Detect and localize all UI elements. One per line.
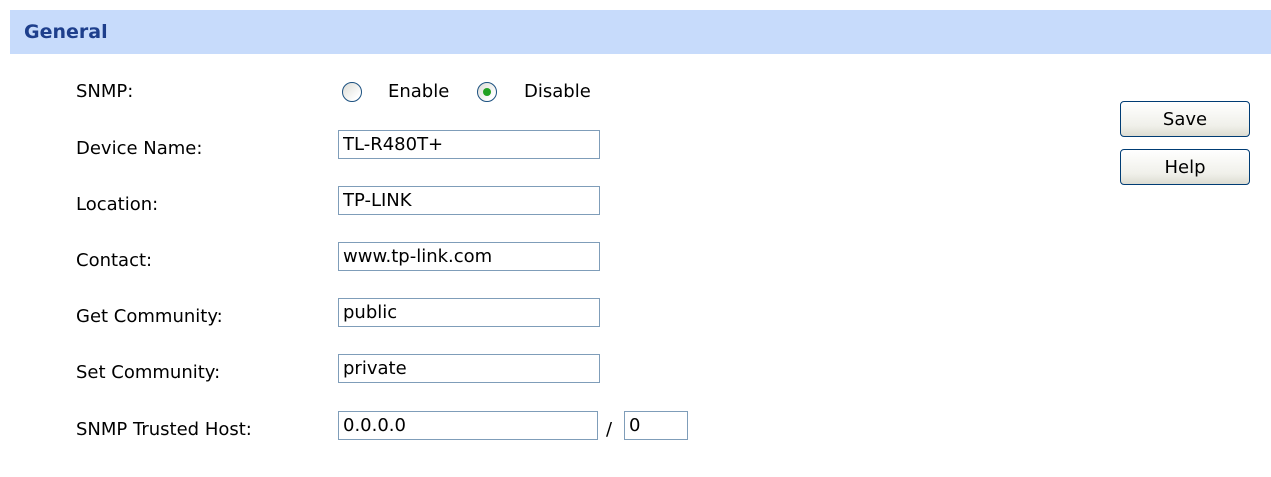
device-name-label: Device Name:: [76, 138, 203, 159]
help-button[interactable]: Help: [1120, 149, 1250, 185]
set-community-label: Set Community:: [76, 362, 221, 383]
trusted-host-separator: /: [606, 419, 613, 440]
trusted-host-label: SNMP Trusted Host:: [76, 419, 252, 440]
snmp-disable-label[interactable]: Disable: [524, 80, 591, 104]
section-header: General: [10, 10, 1271, 54]
snmp-general-page: General SNMP: Enable Disable Device Name…: [0, 0, 1271, 477]
get-community-label: Get Community:: [76, 306, 223, 327]
save-button[interactable]: Save: [1120, 101, 1250, 137]
contact-label: Contact:: [76, 250, 153, 271]
section-title: General: [24, 21, 108, 43]
snmp-enable-radio[interactable]: [342, 82, 362, 102]
get-community-input[interactable]: [338, 298, 600, 327]
snmp-disable-radio[interactable]: [477, 82, 497, 102]
device-name-input[interactable]: [338, 130, 600, 159]
snmp-label: SNMP:: [76, 81, 134, 102]
snmp-enable-label[interactable]: Enable: [388, 80, 449, 104]
radio-selected-dot: [483, 88, 491, 96]
contact-input[interactable]: [338, 242, 600, 271]
trusted-host-mask-input[interactable]: [624, 411, 688, 440]
set-community-input[interactable]: [338, 354, 600, 383]
location-input[interactable]: [338, 186, 600, 215]
location-label: Location:: [76, 194, 159, 215]
trusted-host-ip-input[interactable]: [338, 411, 598, 440]
